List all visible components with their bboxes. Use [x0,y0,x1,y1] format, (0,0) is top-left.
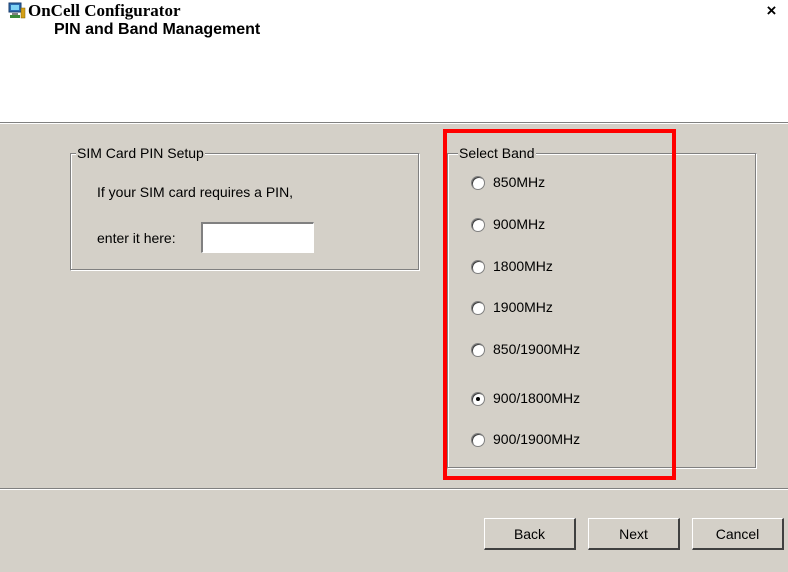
close-button[interactable]: × [761,2,782,21]
page-title: PIN and Band Management [54,21,261,38]
cancel-button[interactable]: Cancel [692,518,784,550]
computer-config-icon [8,2,26,19]
pin-instruction-text: If your SIM card requires a PIN, [97,184,294,200]
red-highlight-box [443,129,676,480]
pin-input[interactable] [201,222,314,253]
pin-field-label: enter it here: [97,230,176,246]
back-button[interactable]: Back [484,518,576,550]
sim-pin-group [70,153,420,271]
window-title: OnCell Configurator [28,1,181,20]
close-icon: × [766,1,777,20]
title-bar: OnCell Configurator × [0,0,788,22]
sim-pin-group-legend: SIM Card PIN Setup [76,145,205,161]
next-button[interactable]: Next [588,518,680,550]
footer-divider [0,488,788,490]
